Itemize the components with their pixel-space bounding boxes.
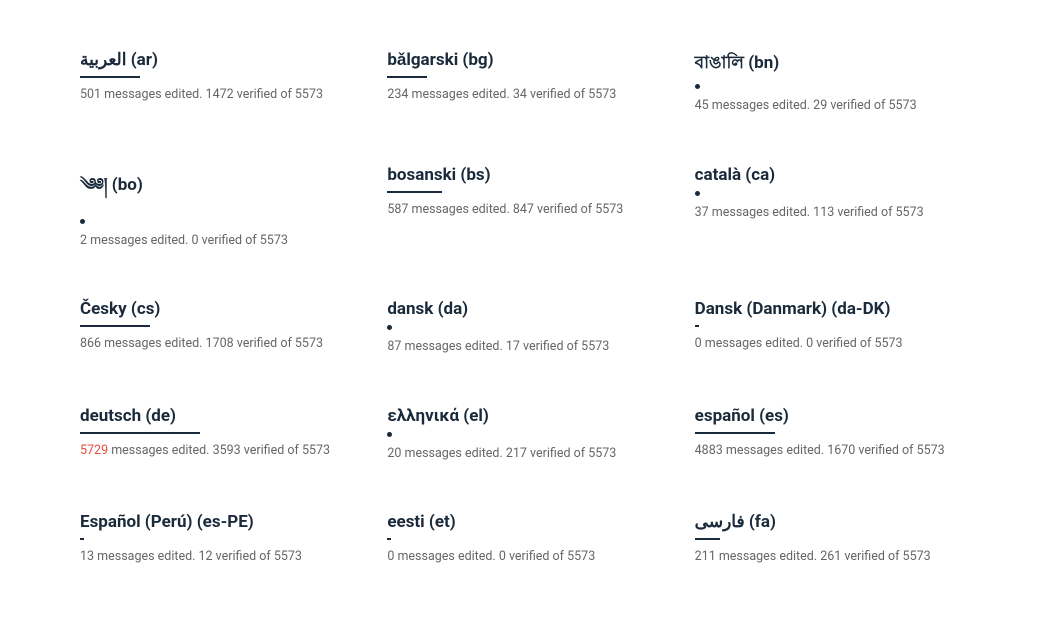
lang-stats: 20 messages edited. 217 verified of 5573 [387, 445, 654, 463]
lang-stats: 45 messages edited. 29 verified of 5573 [695, 97, 962, 115]
lang-item[interactable]: Español (Perú) (es-PE) 13 messages edited… [60, 482, 367, 586]
lang-underline [387, 76, 427, 78]
lang-stats: 4883 messages edited. 1670 verified of 5… [695, 442, 962, 460]
lang-item[interactable]: العربية (ar) 501 messages edited. 1472 ve… [60, 20, 367, 135]
lang-title: deutsch (de) [80, 406, 347, 426]
lang-stats: 0 messages edited. 0 verified of 5573 [695, 335, 962, 353]
lang-underline [695, 432, 775, 434]
lang-underline [387, 325, 392, 330]
lang-stats: 501 messages edited. 1472 verified of 55… [80, 86, 347, 104]
lang-item[interactable]: eesti (et) 0 messages edited. 0 verified … [367, 482, 674, 586]
lang-item[interactable]: deutsch (de) 5729 messages edited. 3593 v… [60, 376, 367, 483]
lang-title: Español (Perú) (es-PE) [80, 512, 347, 532]
lang-stats: 13 messages edited. 12 verified of 5573 [80, 548, 347, 566]
language-grid: العربية (ar) 501 messages edited. 1472 ve… [60, 20, 982, 586]
lang-item[interactable]: bǎlgarski (bg) 234 messages edited. 34 ve… [367, 20, 674, 135]
lang-title: bosanski (bs) [387, 165, 654, 185]
lang-title: eesti (et) [387, 512, 654, 532]
lang-stats: 211 messages edited. 261 verified of 557… [695, 548, 962, 566]
lang-underline [387, 538, 391, 540]
lang-title: العربية (ar) [80, 50, 347, 70]
lang-stats: 587 messages edited. 847 verified of 557… [387, 201, 654, 219]
lang-item[interactable]: ελληνικά (el) 20 messages edited. 217 ver… [367, 376, 674, 483]
lang-underline [80, 76, 140, 78]
lang-stats: 37 messages edited. 113 verified of 5573 [695, 204, 962, 222]
lang-underline [387, 191, 442, 193]
lang-stats: 866 messages edited. 1708 verified of 55… [80, 335, 347, 353]
lang-item[interactable]: bosanski (bs) 587 messages edited. 847 ve… [367, 135, 674, 270]
lang-item[interactable]: বাঙালি (bn) 45 messages edited. 29 verifi… [675, 20, 982, 135]
lang-title: dansk (da) [387, 299, 654, 319]
lang-underline [695, 84, 700, 89]
lang-stats: 234 messages edited. 34 verified of 5573 [387, 86, 654, 104]
lang-underline [80, 432, 200, 434]
lang-underline [387, 432, 392, 437]
lang-title: Česky (cs) [80, 299, 347, 319]
lang-stats: 0 messages edited. 0 verified of 5573 [387, 548, 654, 566]
lang-title: bǎlgarski (bg) [387, 50, 654, 70]
lang-title: বাঙালি (bn) [695, 50, 962, 78]
lang-item[interactable]: dansk (da) 87 messages edited. 17 verifie… [367, 269, 674, 376]
lang-item[interactable]: español (es) 4883 messages edited. 1670 v… [675, 376, 982, 483]
lang-title: català (ca) [695, 165, 962, 185]
lang-item[interactable]: català (ca) 37 messages edited. 113 verif… [675, 135, 982, 270]
lang-underline [80, 219, 85, 224]
lang-underline [695, 191, 700, 196]
lang-underline [80, 538, 84, 540]
lang-title: Dansk (Danmark) (da-DK) [695, 299, 962, 319]
lang-title: فارسی (fa) [695, 512, 962, 532]
lang-title: ελληνικά (el) [387, 406, 654, 426]
lang-underline [80, 325, 150, 327]
lang-stats: 87 messages edited. 17 verified of 5573 [387, 338, 654, 356]
lang-title: ༄༅། (bo) [80, 165, 347, 213]
lang-stats: 5729 messages edited. 3593 verified of 5… [80, 442, 347, 460]
lang-title: español (es) [695, 406, 962, 426]
lang-underline [695, 538, 720, 540]
lang-item[interactable]: فارسی (fa) 211 messages edited. 261 verif… [675, 482, 982, 586]
lang-item[interactable]: ༄༅། (bo) 2 messages edited. 0 verified of… [60, 135, 367, 270]
lang-stats: 2 messages edited. 0 verified of 5573 [80, 232, 347, 250]
edited-count: 5729 [80, 443, 108, 458]
lang-underline [695, 325, 699, 327]
lang-item[interactable]: Česky (cs) 866 messages edited. 1708 veri… [60, 269, 367, 376]
lang-item[interactable]: Dansk (Danmark) (da-DK) 0 messages edited… [675, 269, 982, 376]
